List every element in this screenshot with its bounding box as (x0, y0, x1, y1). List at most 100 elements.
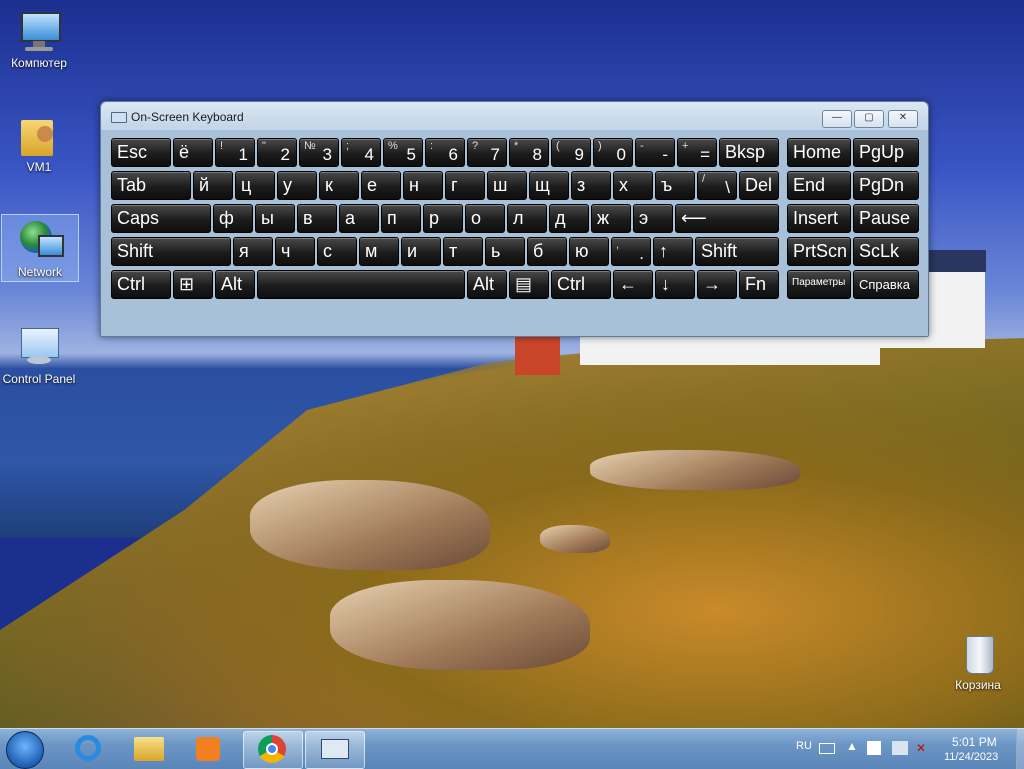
key-2-8[interactable]: л (507, 204, 547, 233)
key-1-10[interactable]: з (571, 171, 611, 200)
key-3-3[interactable]: с (317, 237, 357, 266)
key-1-3[interactable]: у (277, 171, 317, 200)
key-3-11[interactable]: ↑ (653, 237, 693, 266)
key-1-1[interactable]: й (193, 171, 233, 200)
key-0-13[interactable]: + = (677, 138, 717, 167)
key-1-12[interactable]: ъ (655, 171, 695, 200)
desktop-icon-computer[interactable]: Компютер (1, 6, 77, 76)
key-0-7[interactable]: :6 (425, 138, 465, 167)
key-2-7[interactable]: о (465, 204, 505, 233)
desktop-icon-network[interactable]: Network (1, 214, 79, 282)
key-4-8[interactable]: ↓ (655, 270, 695, 299)
key-3-14[interactable]: ScLk (853, 237, 919, 266)
key-0-11[interactable]: ) 0 (593, 138, 633, 167)
key-0-6[interactable]: % 5 (383, 138, 423, 167)
desktop-icon-control-panel[interactable]: Control Panel (1, 322, 77, 388)
key-1-2[interactable]: ц (235, 171, 275, 200)
key-0-15[interactable]: Home (787, 138, 851, 167)
key-0-12[interactable]: -- (635, 138, 675, 167)
show-desktop-button[interactable] (1016, 729, 1024, 769)
key-4-2[interactable]: Alt (215, 270, 255, 299)
key-4-1[interactable]: ⊞ (173, 270, 213, 299)
key-1-0[interactable]: Tab (111, 171, 191, 200)
key-2-6[interactable]: р (423, 204, 463, 233)
show-hidden-icons-button[interactable]: ▲ (846, 739, 858, 753)
key-3-4[interactable]: м (359, 237, 399, 266)
key-3-2[interactable]: ч (275, 237, 315, 266)
taskbar-ie[interactable] (62, 731, 116, 767)
key-0-5[interactable]: ; 4 (341, 138, 381, 167)
desktop-icon-recycle-bin[interactable]: Корзина (940, 628, 1016, 698)
key-2-2[interactable]: ы (255, 204, 295, 233)
key-4-3[interactable] (257, 270, 465, 299)
on-screen-keyboard-window[interactable]: On-Screen Keyboard — ▢ ✕ Esc ё! 1 " 2 № 3; 4% 5:… (100, 101, 929, 337)
key-4-5[interactable]: ▤ (509, 270, 549, 299)
key-3-9[interactable]: ю (569, 237, 609, 266)
taskbar-media-player[interactable] (182, 731, 236, 767)
key-0-14[interactable]: Bksp (719, 138, 779, 167)
key-3-13[interactable]: PrtScn (787, 237, 851, 266)
key-2-10[interactable]: ж (591, 204, 631, 233)
key-0-8[interactable]: ? 7 (467, 138, 507, 167)
key-0-9[interactable]: * 8 (509, 138, 549, 167)
key-0-0[interactable]: Esc (111, 138, 171, 167)
key-0-16[interactable]: PgUp (853, 138, 919, 167)
key-3-0[interactable]: Shift (111, 237, 231, 266)
key-2-4[interactable]: а (339, 204, 379, 233)
key-1-13[interactable]: / \ (697, 171, 737, 200)
key-3-6[interactable]: т (443, 237, 483, 266)
key-4-10[interactable]: Fn (739, 270, 779, 299)
desktop-icon-vm1[interactable]: VM1 (1, 110, 77, 180)
keyboard-layout-icon[interactable] (819, 743, 835, 754)
key-1-14[interactable]: Del (739, 171, 779, 200)
key-2-11[interactable]: э (633, 204, 673, 233)
key-0-3[interactable]: " 2 (257, 138, 297, 167)
language-indicator[interactable]: RU (796, 740, 812, 752)
key-2-0[interactable]: Caps (111, 204, 211, 233)
key-1-4[interactable]: к (319, 171, 359, 200)
key-3-1[interactable]: я (233, 237, 273, 266)
key-2-3[interactable]: в (297, 204, 337, 233)
clock-date[interactable]: 11/24/2023 (944, 751, 998, 763)
key-3-10[interactable]: ,. (611, 237, 651, 266)
key-3-7[interactable]: ь (485, 237, 525, 266)
key-4-4[interactable]: Alt (467, 270, 507, 299)
key-4-12[interactable]: Справка (853, 270, 919, 299)
key-2-12[interactable]: ⟵ (675, 204, 779, 233)
key-4-9[interactable]: → (697, 270, 737, 299)
taskbar-chrome[interactable] (243, 731, 303, 769)
key-0-1[interactable]: ё (173, 138, 213, 167)
taskbar-on-screen-keyboard[interactable] (305, 731, 365, 769)
key-2-13[interactable]: Insert (787, 204, 851, 233)
network-status-icon[interactable] (892, 741, 908, 755)
restore-button[interactable]: ▢ (854, 110, 884, 128)
key-1-11[interactable]: х (613, 171, 653, 200)
key-0-2[interactable]: ! 1 (215, 138, 255, 167)
key-0-10[interactable]: (9 (551, 138, 591, 167)
key-4-0[interactable]: Ctrl (111, 270, 171, 299)
key-2-14[interactable]: Pause (853, 204, 919, 233)
key-4-6[interactable]: Ctrl (551, 270, 611, 299)
window-titlebar[interactable]: On-Screen Keyboard — ▢ ✕ (101, 102, 928, 130)
start-button[interactable] (6, 731, 44, 769)
key-1-15[interactable]: End (787, 171, 851, 200)
taskbar-explorer[interactable] (122, 731, 176, 767)
key-4-11[interactable]: Параметры (787, 270, 851, 299)
close-button[interactable]: ✕ (888, 110, 918, 128)
key-2-9[interactable]: д (549, 204, 589, 233)
key-2-1[interactable]: ф (213, 204, 253, 233)
action-center-icon[interactable] (867, 741, 881, 755)
minimize-button[interactable]: — (822, 110, 852, 128)
key-1-5[interactable]: е (361, 171, 401, 200)
key-1-8[interactable]: ш (487, 171, 527, 200)
key-2-5[interactable]: п (381, 204, 421, 233)
clock-time[interactable]: 5:01 PM (952, 735, 997, 749)
key-1-16[interactable]: PgDn (853, 171, 919, 200)
key-4-7[interactable]: ← (613, 270, 653, 299)
volume-muted-icon[interactable]: ✕ (916, 741, 932, 755)
key-1-9[interactable]: щ (529, 171, 569, 200)
key-0-4[interactable]: № 3 (299, 138, 339, 167)
key-3-12[interactable]: Shift (695, 237, 779, 266)
key-3-8[interactable]: б (527, 237, 567, 266)
key-3-5[interactable]: и (401, 237, 441, 266)
